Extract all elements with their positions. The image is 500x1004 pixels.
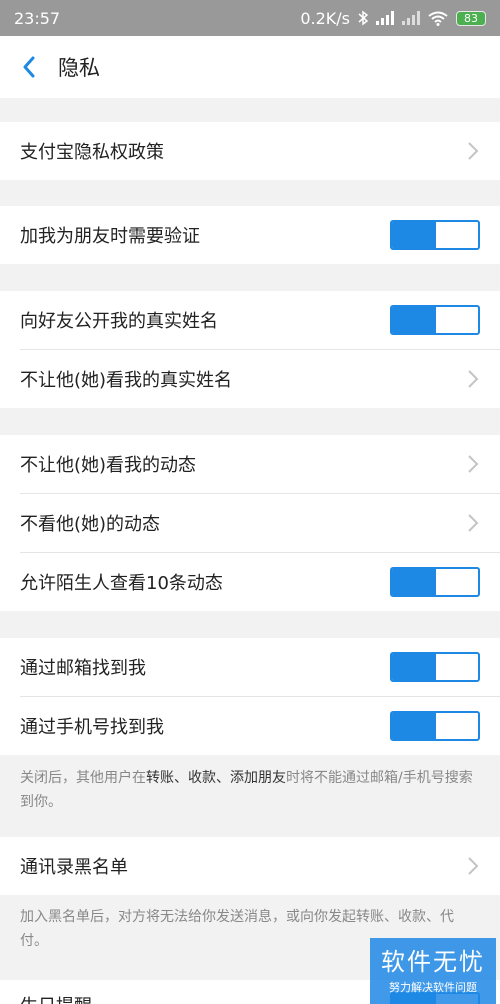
- chevron-right-icon: [468, 514, 479, 532]
- row-stranger-view: 允许陌生人查看10条动态: [0, 553, 500, 611]
- signal-icon: [402, 11, 420, 25]
- show-real-name-toggle[interactable]: [390, 305, 480, 335]
- battery-level: 83: [464, 11, 478, 25]
- back-button[interactable]: [0, 36, 58, 98]
- row-label: 生日提醒: [20, 992, 92, 1004]
- row-label: 不让他(她)看我的动态: [20, 455, 197, 476]
- search-note-bold: 转账、收款、添加朋友: [146, 770, 286, 786]
- chevron-right-icon: [468, 857, 479, 875]
- row-label: 通过手机号找到我: [20, 717, 164, 738]
- row-hide-their-moments[interactable]: 不看他(她)的动态: [0, 494, 500, 552]
- section-verification: 加我为朋友时需要验证: [0, 206, 500, 264]
- row-alipay-privacy-policy[interactable]: 支付宝隐私权政策: [0, 122, 500, 180]
- row-label: 向好友公开我的真实姓名: [20, 311, 218, 332]
- bluetooth-icon: [358, 10, 368, 26]
- row-label: 通讯录黑名单: [20, 857, 128, 878]
- status-bar: 23:57 0.2K/s 83: [0, 0, 500, 36]
- row-find-by-email: 通过邮箱找到我: [0, 638, 500, 696]
- chevron-left-icon: [23, 56, 35, 78]
- find-by-email-toggle[interactable]: [390, 652, 480, 682]
- watermark-main: 软件无忧: [381, 948, 485, 976]
- row-label: 不看他(她)的动态: [20, 514, 161, 535]
- status-time: 23:57: [14, 8, 61, 28]
- friend-verification-toggle[interactable]: [390, 220, 480, 250]
- watermark-sub: 努力解决软件问题: [389, 981, 477, 994]
- network-speed: 0.2K/s: [300, 8, 350, 28]
- section-blacklist: 通讯录黑名单: [0, 837, 500, 895]
- signal-icon: [376, 11, 394, 25]
- search-note-pre: 关闭后，其他用户在: [20, 770, 146, 786]
- row-hide-real-name[interactable]: 不让他(她)看我的真实姓名: [0, 350, 500, 408]
- stranger-view-toggle[interactable]: [390, 567, 480, 597]
- row-show-real-name: 向好友公开我的真实姓名: [0, 291, 500, 349]
- find-by-phone-toggle[interactable]: [390, 711, 480, 741]
- chevron-right-icon: [468, 370, 479, 388]
- row-find-by-phone: 通过手机号找到我: [0, 697, 500, 755]
- row-label: 允许陌生人查看10条动态: [20, 573, 223, 594]
- status-icons: 0.2K/s 83: [300, 9, 486, 28]
- section-moments: 不让他(她)看我的动态 不看他(她)的动态 允许陌生人查看10条动态: [0, 435, 500, 611]
- section-real-name: 向好友公开我的真实姓名 不让他(她)看我的真实姓名: [0, 291, 500, 408]
- page-title: 隐私: [58, 56, 100, 80]
- section-policy: 支付宝隐私权政策: [0, 122, 500, 180]
- row-hide-my-moments[interactable]: 不让他(她)看我的动态: [0, 435, 500, 493]
- wifi-icon: [428, 11, 448, 26]
- chevron-right-icon: [468, 455, 479, 473]
- row-friend-verification: 加我为朋友时需要验证: [0, 206, 500, 264]
- watermark-logo: 软件无忧 努力解决软件问题: [370, 938, 496, 1004]
- row-label: 支付宝隐私权政策: [20, 142, 164, 163]
- section-find-me: 通过邮箱找到我 通过手机号找到我: [0, 638, 500, 755]
- row-contacts-blacklist[interactable]: 通讯录黑名单: [0, 837, 500, 895]
- row-label: 通过邮箱找到我: [20, 658, 146, 679]
- search-note: 关闭后，其他用户在转账、收款、添加朋友时将不能通过邮箱/手机号搜索到你。: [0, 766, 500, 814]
- battery-icon: 83: [456, 10, 486, 26]
- row-label: 加我为朋友时需要验证: [20, 226, 200, 247]
- row-label: 不让他(她)看我的真实姓名: [20, 370, 233, 391]
- chevron-right-icon: [468, 142, 479, 160]
- nav-bar: 隐私: [0, 36, 500, 98]
